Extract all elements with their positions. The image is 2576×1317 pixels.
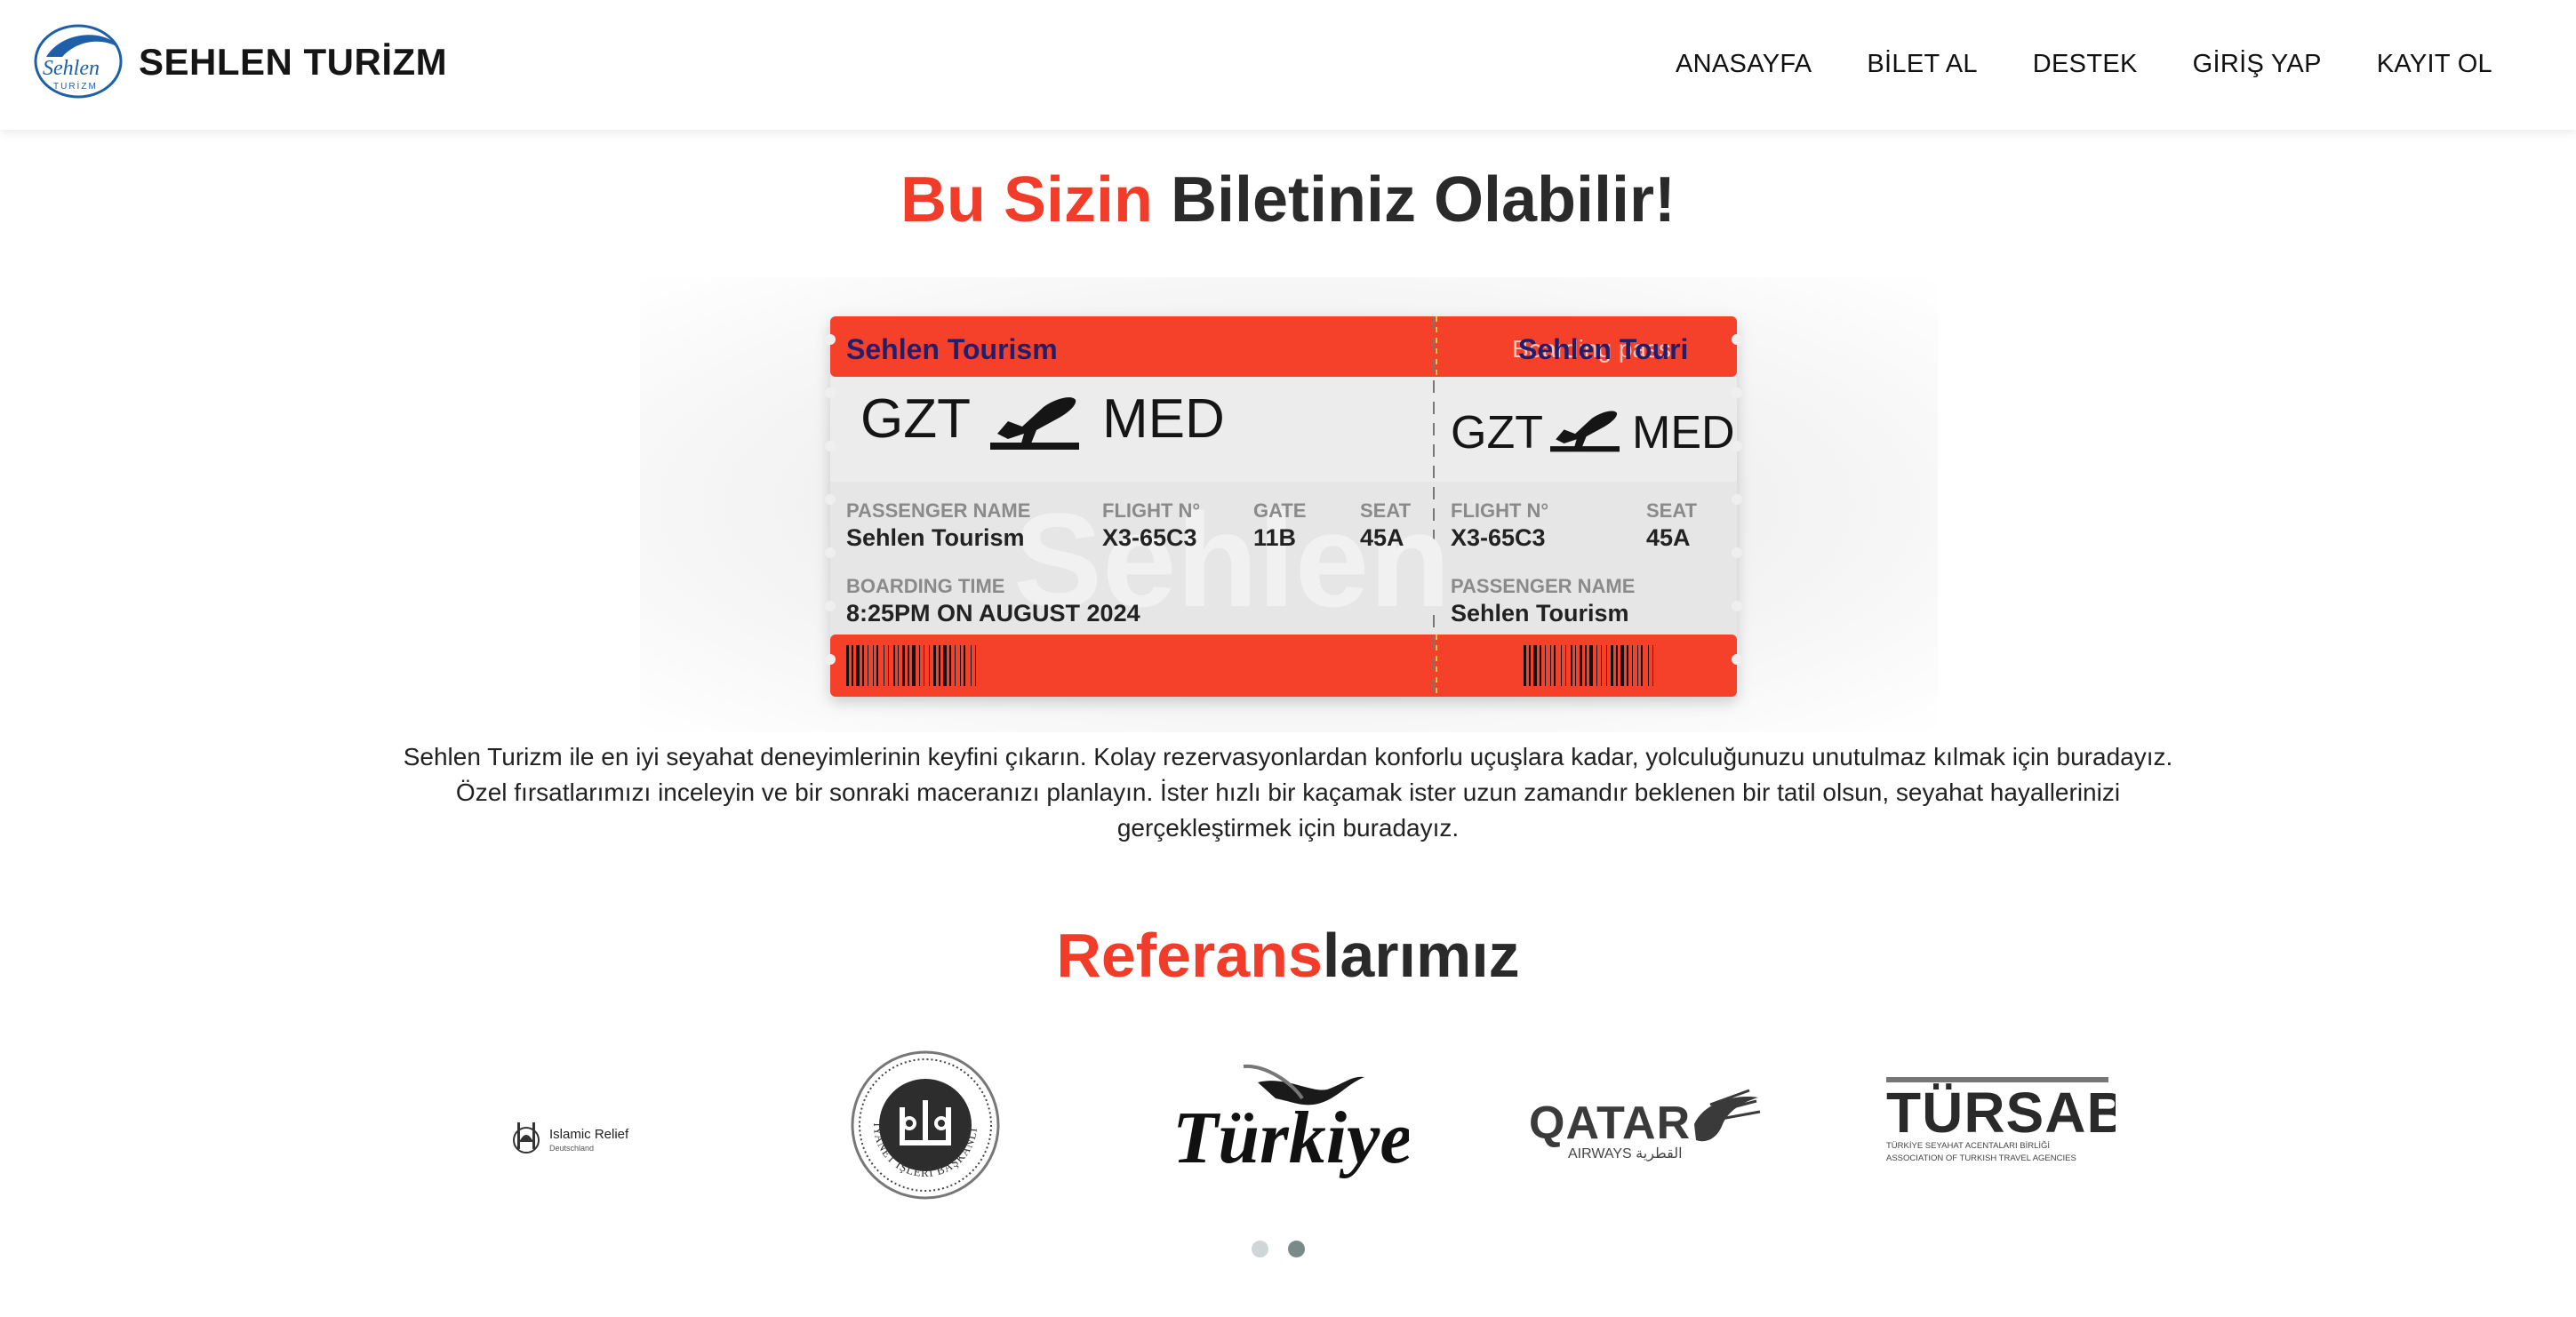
qatar-wordmark: QATAR — [1529, 1098, 1691, 1149]
seat-label: SEAT — [1360, 499, 1412, 522]
ticket-from: GZT — [860, 388, 971, 450]
top-navbar: Sehlen TURİZM SEHLEN TURİZM ANASAYFA BİL… — [0, 0, 2576, 130]
qatar-airways-logo[interactable]: QATAR AIRWAYS القطرية — [1527, 1089, 1767, 1169]
hero-title: Bu Sizin Biletiniz Olabilir! — [0, 160, 2576, 240]
stub-flight-label: FLIGHT N° — [1451, 499, 1548, 522]
carousel-dot-2[interactable] — [1288, 1241, 1305, 1257]
stub-company: Sehlen Touri — [1518, 333, 1688, 365]
turkiye-wordmark: Türkiye — [1172, 1097, 1409, 1179]
islamic-relief-sub: Deutschland — [549, 1144, 594, 1153]
tursab-logo[interactable]: TÜRSAB TÜRKİYE SEYAHAT ACENTALARI BİRLİĞ… — [1884, 1075, 2116, 1173]
tursab-sub: TÜRKİYE SEYAHAT ACENTALARI BİRLİĞİ — [1886, 1141, 2050, 1151]
ticket-company: Sehlen Tourism — [846, 333, 1058, 365]
nav-login[interactable]: GİRİŞ YAP — [2193, 50, 2322, 79]
seat-value: 45A — [1360, 524, 1404, 551]
brand-name[interactable]: SEHLEN TURİZM — [139, 36, 447, 89]
qatar-sub: AIRWAYS القطرية — [1568, 1146, 1683, 1161]
passenger-value: Sehlen Tourism — [846, 524, 1025, 551]
boarding-value: 8:25PM ON AUGUST 2024 — [846, 600, 1140, 627]
stub-passenger-value: Sehlen Tourism — [1451, 600, 1629, 627]
nav-home[interactable]: ANASAYFA — [1676, 50, 1812, 79]
passenger-label: PASSENGER NAME — [846, 499, 1030, 522]
references-title-rest: larımız — [1322, 921, 1520, 990]
logo-text-bottom: TURİZM — [53, 80, 98, 92]
stub-from: GZT — [1451, 407, 1543, 459]
references-title-accent: Referans — [1056, 921, 1323, 990]
tursab-wordmark: TÜRSAB — [1886, 1081, 2116, 1145]
islamic-relief-name: Islamic Relief — [549, 1127, 629, 1142]
stub-passenger-label: PASSENGER NAME — [1451, 575, 1635, 597]
nav-register[interactable]: KAYIT OL — [2377, 50, 2492, 79]
description-line-1: Sehlen Turizm ile en iyi seyahat deneyim… — [403, 743, 2173, 770]
hero-title-rest: Biletiniz Olabilir! — [1152, 164, 1676, 235]
logo-text-top: Sehlen — [43, 57, 100, 80]
stub-to: MED — [1632, 407, 1735, 459]
sehlen-logo[interactable]: Sehlen TURİZM — [27, 21, 124, 101]
partner-logos-carousel: Islamic Relief Deutschland DİYANET İŞLER… — [462, 1040, 2151, 1217]
turkiye-tourism-logo[interactable]: Türkiye — [1169, 1058, 1409, 1191]
flight-label: FLIGHT N° — [1102, 499, 1200, 522]
islamic-relief-logo[interactable]: Islamic Relief Deutschland — [507, 1089, 649, 1169]
stub-flight-value: X3-65C3 — [1451, 524, 1546, 551]
description-line-2: Özel fırsatlarımızı inceleyin ve bir son… — [455, 778, 2121, 806]
carousel-pagination — [1252, 1241, 1305, 1257]
gate-label: GATE — [1253, 499, 1306, 522]
carousel-dot-1[interactable] — [1252, 1241, 1268, 1257]
stub-seat-value: 45A — [1646, 524, 1691, 551]
flight-value: X3-65C3 — [1102, 524, 1197, 551]
stub-seat-label: SEAT — [1646, 499, 1698, 522]
boarding-pass-ticket: Sehlen Sehlen Tourism Boarding pass Sehl… — [825, 316, 1742, 697]
main-nav: ANASAYFA BİLET AL DESTEK GİRİŞ YAP KAYIT… — [1676, 37, 2492, 91]
intro-description: Sehlen Turizm ile en iyi seyahat deneyim… — [338, 739, 2238, 846]
boarding-label: BOARDING TIME — [846, 575, 1004, 597]
description-line-3: gerçekleştirmek için buradayız. — [1116, 814, 1460, 842]
diyanet-seal[interactable]: DİYANET İŞLERİ BAŞKANLIĞI — [849, 1049, 1002, 1201]
references-title: Referanslarımız — [0, 915, 2576, 995]
tursab-sub-2: ASSOCIATION OF TURKISH TRAVEL AGENCIES — [1886, 1153, 2076, 1163]
nav-support[interactable]: DESTEK — [2033, 50, 2138, 79]
nav-buy-ticket[interactable]: BİLET AL — [1867, 50, 1977, 79]
ticket-showcase: Sehlen Sehlen Tourism Boarding pass Sehl… — [640, 277, 1938, 732]
gate-value: 11B — [1253, 524, 1296, 551]
ticket-to: MED — [1102, 388, 1225, 450]
hero-title-accent: Bu Sizin — [900, 164, 1153, 235]
